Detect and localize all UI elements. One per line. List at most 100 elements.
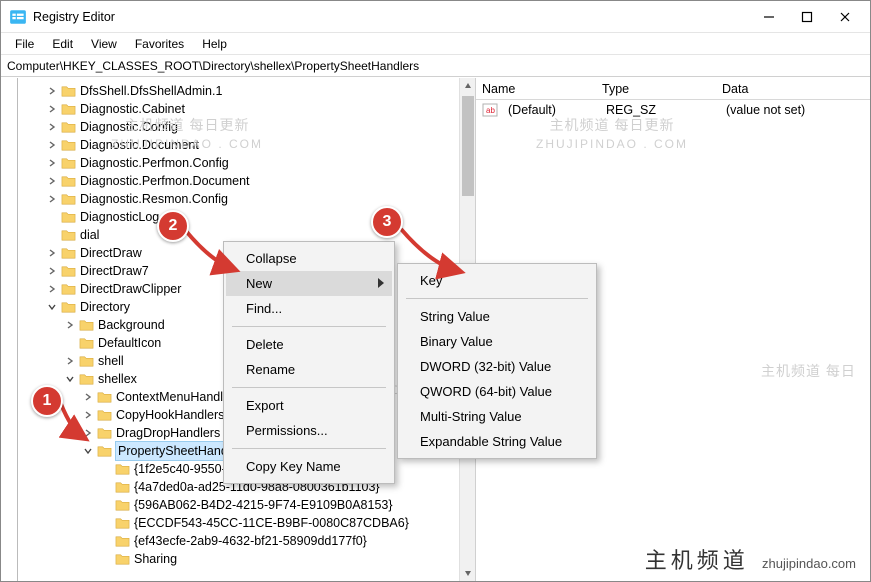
context-item-rename[interactable]: Rename	[226, 357, 392, 382]
tree-item-label: Diagnostic.Config	[80, 118, 178, 136]
window-title: Registry Editor	[33, 10, 115, 24]
folder-icon	[61, 84, 76, 99]
value-type: REG_SZ	[600, 103, 720, 117]
new-item-expandable-string-value[interactable]: Expandable String Value	[400, 429, 594, 454]
tree-item-label: DiagnosticLog	[80, 208, 159, 226]
menu-file[interactable]: File	[7, 35, 42, 53]
folder-icon	[115, 498, 130, 513]
folder-icon	[115, 534, 130, 549]
tree-item[interactable]: {ef43ecfe-2ab9-4632-bf21-58909dd177f0}	[9, 532, 475, 550]
tree-item-label: shell	[98, 352, 124, 370]
tree-expander-icon[interactable]	[45, 192, 59, 206]
tree-item-label: DfsShell.DfsShellAdmin.1	[80, 82, 222, 100]
tree-item-label: {ef43ecfe-2ab9-4632-bf21-58909dd177f0}	[134, 532, 367, 550]
tree-expander-icon[interactable]	[63, 318, 77, 332]
context-item-delete[interactable]: Delete	[226, 332, 392, 357]
tree-item-label: DragDropHandlers	[116, 424, 220, 442]
folder-icon	[79, 372, 94, 387]
new-item-multi-string-value[interactable]: Multi-String Value	[400, 404, 594, 429]
folder-icon	[61, 282, 76, 297]
window-close-button[interactable]	[838, 10, 852, 24]
tree-expander-icon[interactable]	[45, 156, 59, 170]
context-item-permissions[interactable]: Permissions...	[226, 418, 392, 443]
footer-brand: 主机频道 zhujipindao.com	[645, 543, 856, 575]
menu-help[interactable]: Help	[194, 35, 235, 53]
tree-item-label: Sharing	[134, 550, 177, 568]
new-item-binary-value[interactable]: Binary Value	[400, 329, 594, 354]
tree-item-label: DefaultIcon	[98, 334, 161, 352]
window-titlebar: Registry Editor	[1, 1, 870, 33]
tree-item-label: DirectDrawClipper	[80, 280, 181, 298]
tree-item-label: Directory	[80, 298, 130, 316]
tree-item[interactable]: Diagnostic.Config	[9, 118, 475, 136]
menu-edit[interactable]: Edit	[44, 35, 81, 53]
tree-item[interactable]: Sharing	[9, 550, 475, 568]
tree-expander-icon[interactable]	[45, 174, 59, 188]
tree-expander-icon[interactable]	[45, 102, 59, 116]
tree-item[interactable]: Diagnostic.Perfmon.Document	[9, 172, 475, 190]
menu-favorites[interactable]: Favorites	[127, 35, 192, 53]
tree-item[interactable]: Diagnostic.Cabinet	[9, 100, 475, 118]
folder-icon	[61, 120, 76, 135]
folder-icon	[61, 300, 76, 315]
window-minimize-button[interactable]	[762, 10, 776, 24]
context-submenu-new[interactable]: KeyString ValueBinary ValueDWORD (32-bit…	[397, 263, 597, 459]
tree-expander-icon	[99, 480, 113, 494]
new-item-dword-bit-value[interactable]: DWORD (32-bit) Value	[400, 354, 594, 379]
col-type[interactable]: Type	[596, 82, 716, 96]
new-item-string-value[interactable]: String Value	[400, 304, 594, 329]
context-item-export[interactable]: Export	[226, 393, 392, 418]
folder-icon	[61, 156, 76, 171]
menu-bar: File Edit View Favorites Help	[1, 33, 870, 55]
tree-expander-icon[interactable]	[45, 264, 59, 278]
tree-expander-icon	[99, 534, 113, 548]
reg-sz-icon: ab	[482, 102, 498, 118]
annotation-bubble-1: 1	[31, 385, 63, 417]
annotation-bubble-2: 2	[157, 210, 189, 242]
folder-icon	[61, 174, 76, 189]
tree-item[interactable]: Diagnostic.Perfmon.Config	[9, 154, 475, 172]
context-item-find[interactable]: Find...	[226, 296, 392, 321]
tree-expander-icon	[45, 210, 59, 224]
regedit-app-icon	[9, 8, 27, 26]
tree-item[interactable]: Diagnostic.Document	[9, 136, 475, 154]
tree-item[interactable]: Diagnostic.Resmon.Config	[9, 190, 475, 208]
tree-expander-icon[interactable]	[45, 246, 59, 260]
tree-expander-icon[interactable]	[45, 84, 59, 98]
address-text: Computer\HKEY_CLASSES_ROOT\Directory\she…	[7, 59, 419, 73]
folder-icon	[79, 336, 94, 351]
tree-item-label: Background	[98, 316, 165, 334]
annotation-bubble-3: 3	[371, 206, 403, 238]
folder-icon	[61, 210, 76, 225]
value-row[interactable]: ab(Default)REG_SZ(value not set)	[476, 100, 870, 120]
folder-icon	[61, 192, 76, 207]
tree-expander-icon[interactable]	[45, 300, 59, 314]
context-item-copy-key-name[interactable]: Copy Key Name	[226, 454, 392, 479]
folder-icon	[61, 228, 76, 243]
values-header[interactable]: Name Type Data	[476, 78, 870, 100]
tree-expander-icon[interactable]	[63, 354, 77, 368]
tree-item[interactable]: DfsShell.DfsShellAdmin.1	[9, 82, 475, 100]
tree-item-label: DirectDraw7	[80, 262, 149, 280]
tree-item-label: Diagnostic.Cabinet	[80, 100, 185, 118]
tree-item-label: {ECCDF543-45CC-11CE-B9BF-0080C87CDBA6}	[134, 514, 409, 532]
tree-expander-icon	[63, 336, 77, 350]
tree-expander-icon	[99, 552, 113, 566]
tree-expander-icon[interactable]	[45, 282, 59, 296]
tree-expander-icon[interactable]	[45, 138, 59, 152]
tree-item-label: DirectDraw	[80, 244, 142, 262]
col-data[interactable]: Data	[716, 82, 870, 96]
tree-item[interactable]: {ECCDF543-45CC-11CE-B9BF-0080C87CDBA6}	[9, 514, 475, 532]
menu-view[interactable]: View	[83, 35, 125, 53]
address-bar[interactable]: Computer\HKEY_CLASSES_ROOT\Directory\she…	[1, 55, 870, 77]
tree-expander-icon[interactable]	[63, 372, 77, 386]
col-name[interactable]: Name	[476, 82, 596, 96]
tree-item[interactable]: {596AB062-B4D2-4215-9F74-E9109B0A8153}	[9, 496, 475, 514]
tree-expander-icon[interactable]	[45, 120, 59, 134]
tree-item-label: ContextMenuHandlers	[116, 388, 240, 406]
new-item-qword-bit-value[interactable]: QWORD (64-bit) Value	[400, 379, 594, 404]
tree-item-label: Diagnostic.Perfmon.Config	[80, 154, 229, 172]
folder-icon	[79, 318, 94, 333]
tree-expander-icon	[99, 498, 113, 512]
window-maximize-button[interactable]	[800, 10, 814, 24]
